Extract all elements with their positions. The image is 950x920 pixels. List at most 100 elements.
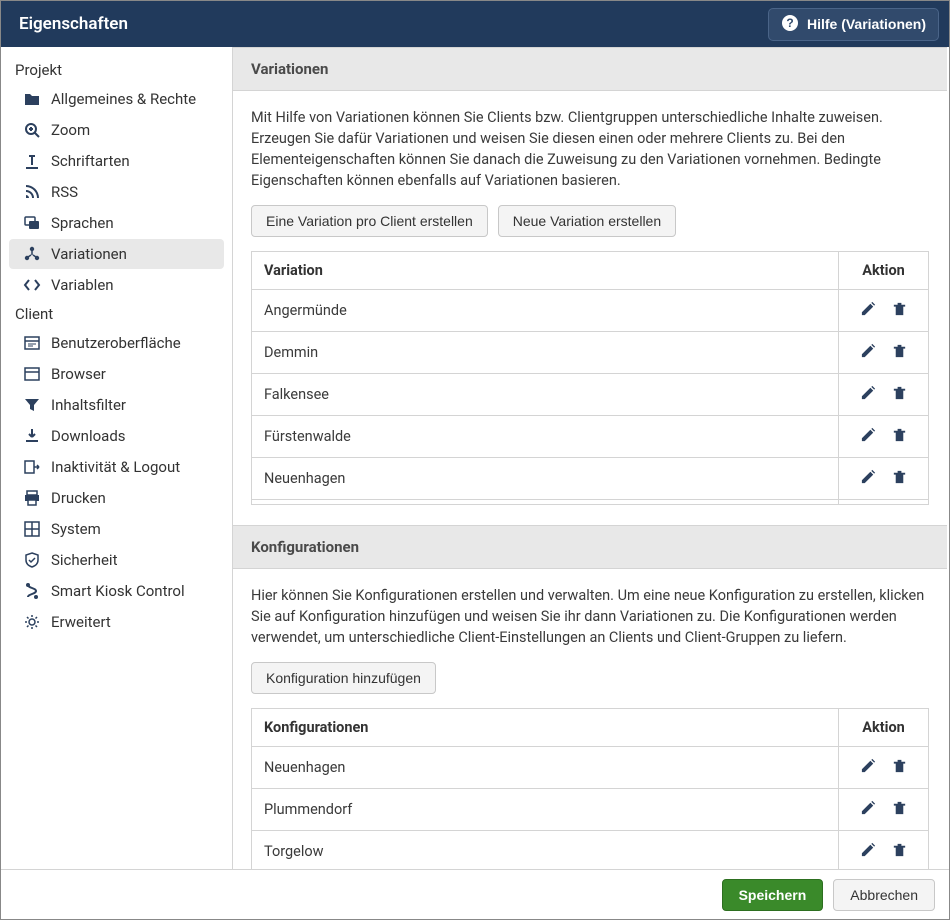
configs-col-action: Aktion: [839, 709, 929, 747]
edit-icon[interactable]: [860, 757, 877, 778]
sidebar-item-erweitert[interactable]: Erweitert: [9, 607, 224, 637]
row-actions: [839, 500, 929, 506]
ui-icon: [23, 334, 41, 352]
sidebar-item-system[interactable]: System: [9, 514, 224, 544]
help-label: Hilfe (Variationen): [807, 16, 926, 32]
delete-icon[interactable]: [891, 300, 908, 321]
title-bar: Eigenschaften ? Hilfe (Variationen): [1, 1, 949, 47]
sidebar-item-label: Inaktivität & Logout: [51, 458, 180, 476]
sidebar-item-label: Benutzeroberfläche: [51, 334, 181, 352]
table-row: Plummendorf: [252, 789, 929, 831]
variations-description: Mit Hilfe von Variationen können Sie Cli…: [251, 107, 929, 191]
sidebar-item-sicherheit[interactable]: Sicherheit: [9, 545, 224, 575]
edit-icon[interactable]: [860, 300, 877, 321]
sidebar-item-label: Smart Kiosk Control: [51, 582, 185, 600]
gear-icon: [23, 613, 41, 631]
filter-icon: [23, 396, 41, 414]
configs-description: Hier können Sie Konfigurationen erstelle…: [251, 585, 929, 648]
delete-icon[interactable]: [891, 799, 908, 820]
sidebar-item-benutzeroberfl-che[interactable]: Benutzeroberfläche: [9, 328, 224, 358]
variations-col-action: Aktion: [839, 252, 929, 290]
print-icon: [23, 489, 41, 507]
create-new-variation-button[interactable]: Neue Variation erstellen: [498, 205, 676, 237]
sidebar-item-label: Downloads: [51, 427, 126, 445]
panel-variations-header: Variationen: [233, 47, 947, 91]
main-content: Variationen Mit Hilfe von Variationen kö…: [233, 47, 949, 869]
delete-icon[interactable]: [891, 342, 908, 363]
save-button[interactable]: Speichern: [722, 879, 824, 911]
row-actions: [839, 458, 929, 500]
sidebar: ProjektAllgemeines & RechteZoomSchriftar…: [1, 47, 233, 869]
sidebar-item-label: System: [51, 520, 101, 538]
sidebar-item-smart-kiosk-control[interactable]: Smart Kiosk Control: [9, 576, 224, 606]
row-actions: [839, 290, 929, 332]
table-row: Demmin: [252, 332, 929, 374]
sidebar-item-label: RSS: [51, 183, 78, 201]
table-row: Neuenhagen: [252, 747, 929, 789]
edit-icon[interactable]: [860, 841, 877, 862]
help-icon: ?: [781, 14, 799, 35]
edit-icon[interactable]: [860, 799, 877, 820]
logout-icon: [23, 458, 41, 476]
lang-icon: [23, 214, 41, 232]
row-actions: [839, 332, 929, 374]
add-config-button[interactable]: Konfiguration hinzufügen: [251, 662, 436, 694]
sidebar-item-label: Drucken: [51, 489, 106, 507]
sidebar-item-label: Erweitert: [51, 613, 111, 631]
variations-col-name: Variation: [252, 252, 839, 290]
panel-configs: Konfigurationen Hier können Sie Konfigur…: [233, 525, 947, 869]
delete-icon[interactable]: [891, 468, 908, 489]
config-name: Plummendorf: [252, 789, 839, 831]
sidebar-item-schriftarten[interactable]: Schriftarten: [9, 146, 224, 176]
row-actions: [839, 789, 929, 831]
zoom-icon: [23, 121, 41, 139]
variation-name: Plummendorf: [252, 500, 839, 506]
edit-icon[interactable]: [860, 342, 877, 363]
configs-col-name: Konfigurationen: [252, 709, 839, 747]
download-icon: [23, 427, 41, 445]
table-row: Falkensee: [252, 374, 929, 416]
sidebar-item-label: Allgemeines & Rechte: [51, 90, 196, 108]
edit-icon[interactable]: [860, 426, 877, 447]
sidebar-item-allgemeines-rechte[interactable]: Allgemeines & Rechte: [9, 84, 224, 114]
create-variation-per-client-button[interactable]: Eine Variation pro Client erstellen: [251, 205, 488, 237]
sidebar-item-drucken[interactable]: Drucken: [9, 483, 224, 513]
footer: Speichern Abbrechen: [1, 869, 949, 919]
delete-icon[interactable]: [891, 841, 908, 862]
folder-icon: [23, 90, 41, 108]
delete-icon[interactable]: [891, 757, 908, 778]
variations-table-scroll[interactable]: Variation Aktion AngermündeDemminFalkens…: [251, 251, 929, 505]
browser-icon: [23, 365, 41, 383]
sidebar-item-variablen[interactable]: Variablen: [9, 270, 224, 300]
sidebar-heading: Client: [1, 301, 232, 327]
sidebar-item-zoom[interactable]: Zoom: [9, 115, 224, 145]
font-icon: [23, 152, 41, 170]
delete-icon[interactable]: [891, 384, 908, 405]
config-name: Neuenhagen: [252, 747, 839, 789]
edit-icon[interactable]: [860, 468, 877, 489]
variation-name: Falkensee: [252, 374, 839, 416]
sidebar-item-inhaltsfilter[interactable]: Inhaltsfilter: [9, 390, 224, 420]
variation-icon: [23, 245, 41, 263]
sidebar-item-inaktivit-t-logout[interactable]: Inaktivität & Logout: [9, 452, 224, 482]
sidebar-item-browser[interactable]: Browser: [9, 359, 224, 389]
sidebar-item-label: Browser: [51, 365, 106, 383]
code-icon: [23, 276, 41, 294]
edit-icon[interactable]: [860, 384, 877, 405]
cancel-button[interactable]: Abbrechen: [833, 879, 935, 911]
table-row: Plummendorf: [252, 500, 929, 506]
sidebar-item-sprachen[interactable]: Sprachen: [9, 208, 224, 238]
delete-icon[interactable]: [891, 426, 908, 447]
sidebar-item-variationen[interactable]: Variationen: [9, 239, 224, 269]
sidebar-item-label: Sprachen: [51, 214, 114, 232]
sidebar-item-label: Schriftarten: [51, 152, 130, 170]
sidebar-item-rss[interactable]: RSS: [9, 177, 224, 207]
sidebar-item-downloads[interactable]: Downloads: [9, 421, 224, 451]
row-actions: [839, 747, 929, 789]
system-icon: [23, 520, 41, 538]
window-title: Eigenschaften: [19, 14, 768, 34]
row-actions: [839, 831, 929, 869]
table-row: Fürstenwalde: [252, 416, 929, 458]
help-button[interactable]: ? Hilfe (Variationen): [768, 8, 939, 41]
row-actions: [839, 416, 929, 458]
